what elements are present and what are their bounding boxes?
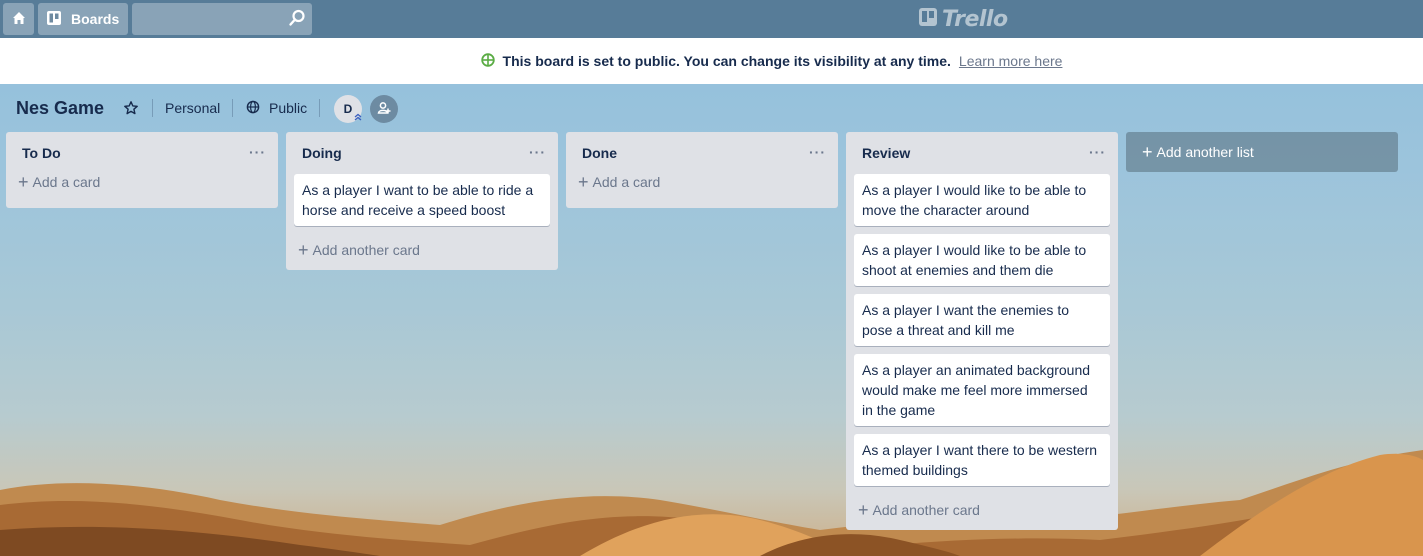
list-to-do: To Do ··· + Add a card <box>6 132 278 208</box>
public-board-banner: This board is set to public. You can cha… <box>0 38 1423 84</box>
globe-icon <box>480 52 495 70</box>
home-icon <box>11 10 27 29</box>
add-card-button[interactable]: + Add another card <box>286 234 558 270</box>
list-title[interactable]: Doing <box>302 145 342 161</box>
banner-message: This board is set to public. You can cha… <box>502 53 951 69</box>
add-card-button[interactable]: + Add a card <box>566 172 838 208</box>
divider <box>152 99 153 117</box>
member-initial: D <box>343 102 353 116</box>
card[interactable]: As a player I want to be able to ride a … <box>294 174 550 226</box>
search-icon <box>288 9 306 30</box>
card[interactable]: As a player I want there to be western t… <box>854 434 1110 486</box>
list-header[interactable]: Done ··· <box>566 132 838 174</box>
card-list: As a player I want to be able to ride a … <box>286 174 558 226</box>
list-header[interactable]: Review ··· <box>846 132 1118 174</box>
list-menu-icon[interactable]: ··· <box>809 144 826 160</box>
list-title[interactable]: Review <box>862 145 910 161</box>
divider <box>232 99 233 117</box>
invite-member-button[interactable] <box>370 95 398 123</box>
list-title[interactable]: To Do <box>22 145 61 161</box>
add-card-label: Add another card <box>872 502 980 518</box>
boards-icon <box>46 10 62 29</box>
admin-chevron-icon <box>353 111 363 125</box>
boards-label: Boards <box>71 11 120 27</box>
divider <box>319 99 320 117</box>
card[interactable]: As a player an animated background would… <box>854 354 1110 426</box>
plus-icon: + <box>298 240 309 260</box>
plus-icon: + <box>858 500 869 520</box>
team-button[interactable]: Personal <box>165 100 220 116</box>
trello-logo[interactable]: Trello <box>919 6 1008 32</box>
star-icon[interactable] <box>123 100 139 119</box>
learn-more-link[interactable]: Learn more here <box>959 53 1063 69</box>
list-header[interactable]: To Do ··· <box>6 132 278 174</box>
member-avatar[interactable]: D <box>334 95 362 123</box>
trello-logo-text: Trello <box>942 6 1008 32</box>
add-card-label: Add a card <box>32 174 101 190</box>
plus-icon: + <box>1142 142 1153 162</box>
add-card-label: Add another card <box>312 242 420 258</box>
add-card-label: Add a card <box>592 174 661 190</box>
board-title[interactable]: Nes Game <box>16 98 104 119</box>
board-header: Nes Game Personal Public D <box>0 84 1423 132</box>
plus-icon: + <box>18 172 29 192</box>
card[interactable]: As a player I would like to be able to s… <box>854 234 1110 286</box>
add-list-label: Add another list <box>1156 144 1254 160</box>
list-doing: Doing ··· As a player I want to be able … <box>286 132 558 270</box>
add-list-button[interactable]: + Add another list <box>1126 132 1398 172</box>
visibility-button[interactable]: Public <box>269 100 307 116</box>
list-menu-icon[interactable]: ··· <box>249 144 266 160</box>
list-header[interactable]: Doing ··· <box>286 132 558 174</box>
list-menu-icon[interactable]: ··· <box>1089 144 1106 160</box>
visibility-globe-icon <box>246 100 260 117</box>
list-done: Done ··· + Add a card <box>566 132 838 208</box>
trello-logo-icon <box>919 7 937 32</box>
list-review: Review ··· As a player I would like to b… <box>846 132 1118 530</box>
list-title[interactable]: Done <box>582 145 617 161</box>
card-list: As a player I would like to be able to m… <box>846 174 1118 486</box>
card[interactable]: As a player I would like to be able to m… <box>854 174 1110 226</box>
list-menu-icon[interactable]: ··· <box>529 144 546 160</box>
plus-icon: + <box>578 172 589 192</box>
add-member-icon <box>377 101 391 118</box>
boards-button[interactable]: Boards <box>38 3 128 35</box>
add-card-button[interactable]: + Add a card <box>6 172 278 208</box>
top-navigation-bar: Boards Trello <box>0 0 1423 38</box>
card[interactable]: As a player I want the enemies to pose a… <box>854 294 1110 346</box>
home-button[interactable] <box>3 3 34 35</box>
add-card-button[interactable]: + Add another card <box>846 494 1118 530</box>
search-input[interactable] <box>132 3 312 35</box>
